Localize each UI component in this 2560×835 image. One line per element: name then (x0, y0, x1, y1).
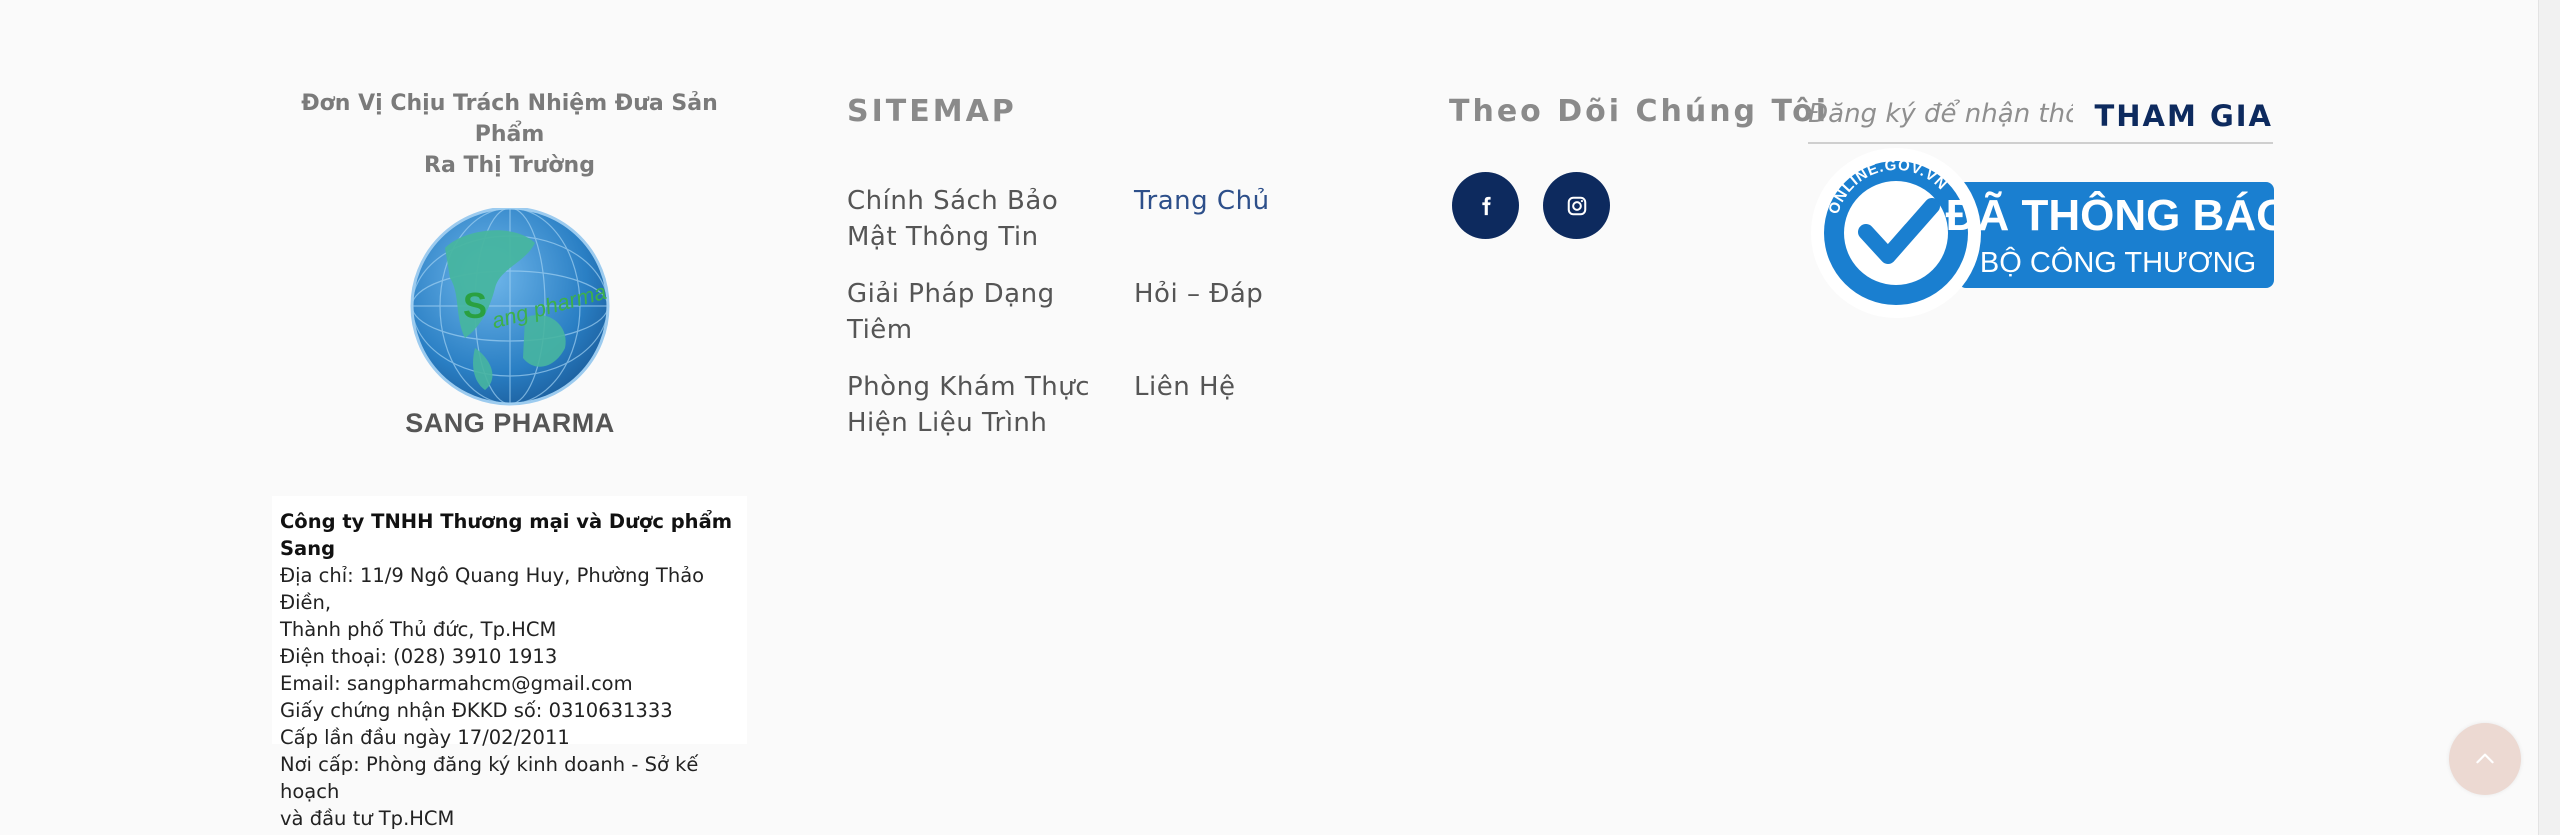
company-issuer-line-2: và đầu tư Tp.HCM (280, 807, 455, 830)
sitemap-link-injection-solutions[interactable]: Giải Pháp Dạng Tiêm (847, 276, 1107, 348)
join-button[interactable]: THAM GIA (2095, 94, 2274, 138)
facebook-icon (1481, 196, 1491, 215)
sitemap-right-list: Trang Chủ Hỏi – Đáp Liên Hệ (1134, 183, 1394, 426)
link-line: Hiện Liệu Trình (847, 408, 1048, 438)
company-address-line-2: Thành phố Thủ đức, Tp.HCM (280, 618, 557, 641)
company-phone: Điện thoại: (028) 3910 1913 (280, 645, 558, 668)
page-scrollbar[interactable] (2538, 0, 2560, 835)
newsletter-email-input[interactable] (1808, 92, 2073, 136)
back-to-top-button[interactable] (2449, 723, 2521, 795)
sitemap-heading: SITEMAP (847, 94, 1017, 129)
sitemap-left-list: Chính Sách Bảo Mật Thông Tin Giải Pháp D… (847, 183, 1107, 462)
company-license: Giấy chứng nhận ĐKKD số: 0310631333 (280, 699, 673, 722)
sitemap-link-faq[interactable]: Hỏi – Đáp (1134, 276, 1394, 312)
company-issuer-line-1: Nơi cấp: Phòng đăng ký kinh doanh - Sở k… (280, 753, 699, 803)
newsletter-form: THAM GIA (1808, 92, 2273, 144)
sang-pharma-logo[interactable]: S ang pharma SANG PHARMA (405, 206, 615, 438)
svg-text:BỘ CÔNG THƯƠNG: BỘ CÔNG THƯƠNG (1980, 245, 2256, 279)
company-issued-date: Cấp lần đầu ngày 17/02/2011 (280, 726, 570, 749)
link-line: Mật Thông Tin (847, 222, 1039, 252)
sitemap-link-privacy-policy[interactable]: Chính Sách Bảo Mật Thông Tin (847, 183, 1107, 255)
company-email: Email: sangpharmahcm@gmail.com (280, 672, 633, 695)
instagram-button[interactable] (1543, 172, 1610, 239)
company-address-line-1: Địa chỉ: 11/9 Ngô Quang Huy, Phường Thảo… (280, 564, 705, 614)
link-line: Giải Pháp Dạng (847, 279, 1055, 309)
ministry-registration-badge[interactable]: ONLINE.GOV.VN ĐÃ THÔNG BÁO BỘ CÔNG THƯƠN… (1808, 148, 2290, 318)
link-line: Phòng Khám Thực (847, 372, 1090, 402)
link-line: Chính Sách Bảo (847, 186, 1059, 216)
sitemap-link-home[interactable]: Trang Chủ (1134, 183, 1394, 219)
facebook-button[interactable] (1452, 172, 1519, 239)
responsible-line-1: Đơn Vị Chịu Trách Nhiệm Đưa Sản Phẩm (301, 91, 718, 147)
registered-badge-icon: ONLINE.GOV.VN ĐÃ THÔNG BÁO BỘ CÔNG THƯƠN… (1811, 148, 2290, 318)
company-name: Công ty TNHH Thương mại và Dược phẩm San… (280, 510, 733, 560)
link-line: Tiêm (847, 315, 913, 345)
responsible-heading: Đơn Vị Chịu Trách Nhiệm Đưa Sản Phẩm Ra … (272, 88, 747, 181)
svg-text:S: S (463, 285, 487, 326)
follow-heading: Theo Dõi Chúng Tôi (1449, 94, 1830, 129)
sitemap-link-contact[interactable]: Liên Hệ (1134, 369, 1394, 405)
chevron-up-icon (2476, 753, 2494, 764)
company-info-box: Công ty TNHH Thương mại và Dược phẩm San… (272, 496, 747, 830)
brand-column: Đơn Vị Chịu Trách Nhiệm Đưa Sản Phẩm Ra … (272, 88, 747, 830)
globe-logo-icon: S ang pharma (410, 206, 610, 406)
instagram-icon (1567, 196, 1586, 215)
svg-text:ĐÃ THÔNG BÁO: ĐÃ THÔNG BÁO (1946, 189, 2274, 240)
logo-wordmark: SANG PHARMA (405, 408, 615, 438)
responsible-line-2: Ra Thị Trường (424, 153, 595, 178)
sitemap-link-treatment-clinic[interactable]: Phòng Khám Thực Hiện Liệu Trình (847, 369, 1107, 441)
